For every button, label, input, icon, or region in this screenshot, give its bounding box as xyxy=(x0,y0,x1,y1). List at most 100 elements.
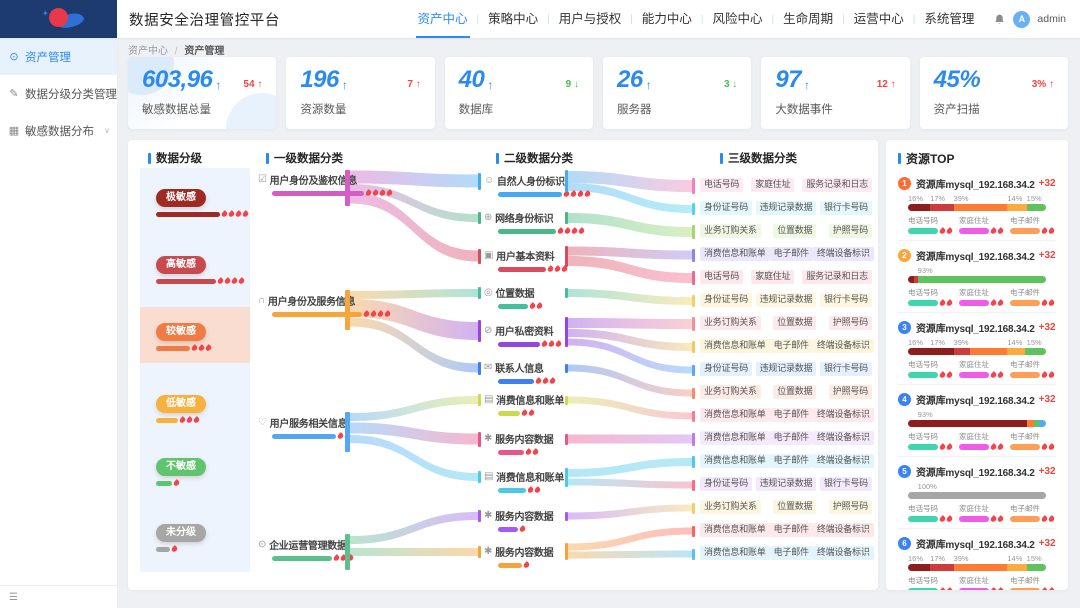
level2-item: ☺自然人身份标识 xyxy=(484,173,590,197)
bar-segment xyxy=(908,420,1027,427)
level1-label-row: ⊙企业运营管理数据 xyxy=(258,537,353,552)
level1-bar-row xyxy=(272,190,392,196)
level3-tag: 终端设备标识 xyxy=(813,408,874,422)
level3-tag: 位置数据 xyxy=(773,500,816,514)
flame-icons xyxy=(524,449,538,455)
stacked-bar xyxy=(908,276,1046,283)
sidebar-item-3[interactable]: ▦敏感数据分布∨ xyxy=(0,112,117,149)
flame-icon xyxy=(564,227,572,235)
level-bar xyxy=(156,481,172,486)
level2-out-node xyxy=(565,396,568,405)
level2-item: ▣用户基本资料 xyxy=(484,248,567,272)
mini-metric-label: 电话号码 xyxy=(908,359,950,370)
chevron-down-icon: ∨ xyxy=(104,89,110,98)
percent-label: 15% xyxy=(1027,554,1042,563)
nav-item-5[interactable]: 风险中心 xyxy=(704,0,772,38)
level2-in-node xyxy=(478,249,481,264)
level-badge: 高敏感 xyxy=(156,256,206,274)
nav-item-1[interactable]: 资产中心 xyxy=(409,0,477,38)
stat-card-6: 45%3% ↑资产扫描 xyxy=(920,57,1068,129)
level2-bar-row xyxy=(498,562,553,568)
stat-label: 大数据事件 xyxy=(775,101,895,117)
level2-bar xyxy=(498,411,520,416)
nav-item-2[interactable]: 策略中心 xyxy=(479,0,547,38)
mini-metric-bar-row xyxy=(908,444,950,450)
private-icon: ⊘ xyxy=(484,325,492,336)
flame-icon xyxy=(997,443,1005,451)
percent-label: 14% xyxy=(1007,338,1022,347)
level3-tag: 身份证号码 xyxy=(700,293,752,307)
flame-icons xyxy=(1040,300,1054,306)
circle-icon: ⊙ xyxy=(258,539,266,550)
level3-node xyxy=(692,178,695,194)
level2-item: ✱服务内容数据 xyxy=(484,544,553,568)
level3-row: 业务订购关系位置数据护照号码 xyxy=(700,224,872,238)
level3-tag: 违规记录数据 xyxy=(756,293,817,307)
mini-metric-bar xyxy=(908,300,938,306)
level3-tag: 业务订购关系 xyxy=(700,224,761,238)
level2-label: 用户基本资料 xyxy=(496,248,554,263)
level2-label-row: ◎位置数据 xyxy=(484,285,542,300)
collapse-menu-icon[interactable]: ☰ xyxy=(9,592,18,603)
flame-icons xyxy=(170,546,177,552)
bell-icon[interactable] xyxy=(993,13,1006,26)
level2-in-node xyxy=(478,432,481,447)
resource-delta: +32 xyxy=(1039,250,1056,261)
grid-icon: ▦ xyxy=(8,124,20,137)
flame-icon xyxy=(1048,227,1056,235)
nav-item-8[interactable]: 系统管理 xyxy=(915,0,983,38)
flame-icon xyxy=(231,277,239,285)
mini-metric-bar xyxy=(908,516,938,522)
level3-node xyxy=(692,503,695,514)
mini-metric: 家庭住址 xyxy=(959,287,1001,306)
level2-out-node xyxy=(565,170,568,192)
flame-icon xyxy=(535,377,543,385)
level2-bar-row xyxy=(498,266,567,272)
level3-tag: 消费信息和账单 xyxy=(700,339,770,353)
level2-item: ✱服务内容数据 xyxy=(484,431,553,455)
mini-metric-bar-row xyxy=(908,516,950,522)
level2-bar-row xyxy=(498,378,555,384)
level2-item: ▤消费信息和账单 xyxy=(484,469,564,493)
flame-icons xyxy=(989,372,1003,378)
nav-item-6[interactable]: 生命周期 xyxy=(774,0,842,38)
percent-label: 16% xyxy=(908,194,923,203)
level2-label-row: ⊘用户私密资料 xyxy=(484,323,561,338)
level1-item: ∩用户身份及服务信息 xyxy=(258,293,390,317)
bar-segment xyxy=(1007,348,1025,355)
flame-icons xyxy=(518,526,525,532)
flame-icon xyxy=(186,416,194,424)
flame-icons xyxy=(1040,372,1054,378)
sidebar-item-1[interactable]: ⊙资产管理 xyxy=(0,38,117,75)
mini-metric-bar xyxy=(1010,372,1040,378)
breadcrumb-parent[interactable]: 资产中心 xyxy=(128,46,168,57)
level3-node xyxy=(692,388,695,399)
mini-metric-bar-row xyxy=(908,372,950,378)
mini-metric-bar-row xyxy=(1010,372,1052,378)
column-header-label: 数据分级 xyxy=(156,150,202,166)
flame-icon xyxy=(529,302,537,310)
bar-segment xyxy=(908,564,930,571)
resource-item-header: 6资源库mysql_192.168.34.2+32 xyxy=(898,536,1056,551)
sidebar-item-2[interactable]: ✎数据分级分类管理∨ xyxy=(0,75,117,112)
flame-icons xyxy=(522,562,529,568)
level3-node xyxy=(692,225,695,239)
level2-out-node xyxy=(565,468,568,487)
topbar: ✦ 数据安全治理管控平台 资产中心|策略中心|用户与授权|能力中心|风险中心|生… xyxy=(0,0,1080,38)
level2-label: 位置数据 xyxy=(495,285,534,300)
nav-item-4[interactable]: 能力中心 xyxy=(633,0,701,38)
rank-badge: 2 xyxy=(898,249,911,262)
stat-label: 敏感数据总量 xyxy=(142,101,262,117)
user-avatar[interactable]: A xyxy=(1013,11,1030,28)
level2-item: ⊕网络身份标识 xyxy=(484,210,584,234)
level1-label: 用户身份及服务信息 xyxy=(268,293,355,308)
level2-in-node xyxy=(478,287,481,299)
nav-item-7[interactable]: 运营中心 xyxy=(845,0,913,38)
nav-item-3[interactable]: 用户与授权 xyxy=(550,0,631,38)
stacked-bar xyxy=(908,492,1046,499)
flame-icons xyxy=(938,516,952,522)
percent-label: 39% xyxy=(954,194,969,203)
level2-bar-row xyxy=(498,228,584,234)
flame-icons xyxy=(938,444,952,450)
level2-bar-row xyxy=(498,526,553,532)
